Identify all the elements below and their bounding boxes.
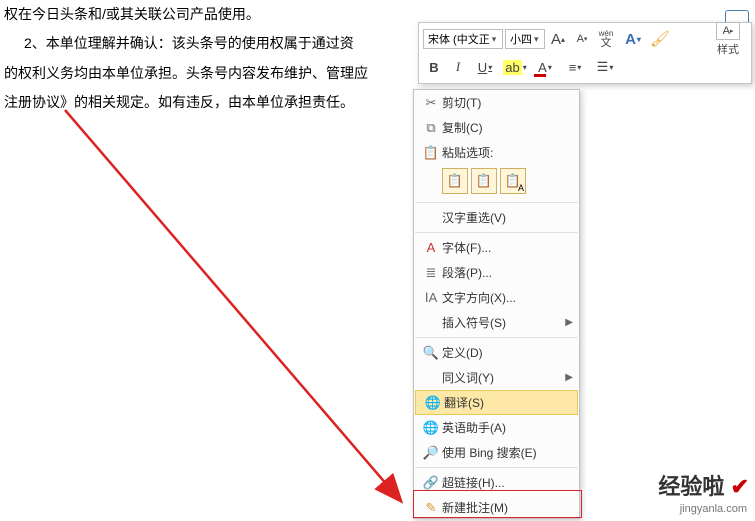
font-a-icon: A: [420, 240, 442, 255]
new-comment-icon: ✎: [420, 500, 442, 516]
doc-text: 的权利义务均由本单位承担。头条号内容发布维护、管理应: [4, 65, 368, 81]
search-icon: 🔎: [420, 445, 442, 461]
italic-button[interactable]: I: [447, 56, 469, 78]
text-direction-icon: ⅠA: [420, 290, 442, 306]
menu-new-comment[interactable]: ✎新建批注(M): [414, 495, 579, 520]
menu-paragraph[interactable]: ≣段落(P)...: [414, 260, 579, 285]
grow-font-button[interactable]: A▴: [547, 28, 569, 50]
bold-button[interactable]: B: [423, 56, 445, 78]
phonetic-guide-button[interactable]: wén文: [595, 28, 617, 50]
mini-toolbar: 宋体 (中文正▾ 小四▾ A▴ A▾ wén文 A▾ 🖌 A▸ 样式 B I U…: [418, 22, 752, 84]
watermark-sub: jingyanla.com: [680, 503, 747, 515]
chevron-right-icon: ▶: [565, 372, 573, 383]
menu-define[interactable]: 🔍定义(D): [414, 340, 579, 365]
clipboard-icon: 📋: [420, 145, 442, 161]
menu-copy[interactable]: ⧉复制(C): [414, 115, 579, 140]
scissors-icon: ✂: [420, 95, 442, 111]
menu-english-assistant[interactable]: 🌐英语助手(A): [414, 415, 579, 440]
separator: [415, 232, 578, 233]
paste-keep-source-icon[interactable]: 📋: [442, 168, 468, 194]
menu-cut[interactable]: ✂剪切(T): [414, 90, 579, 115]
font-color-button[interactable]: A▾: [531, 56, 559, 78]
menu-font[interactable]: A字体(F)...: [414, 235, 579, 260]
search-icon: 🔍: [420, 345, 442, 361]
styles-button[interactable]: A▸ 样式: [709, 22, 747, 57]
separator: [415, 337, 578, 338]
doc-text: 权在今日头条和/或其关联公司产品使用。: [4, 6, 260, 22]
context-menu: ✂剪切(T) ⧉复制(C) 📋粘贴选项: 📋 📋 📋A 汉字重选(V) A字体(…: [413, 89, 580, 519]
doc-text: 2、本单位理解并确认：该头条号的使用权属于通过资: [24, 35, 354, 51]
highlight-button[interactable]: ab▾: [501, 56, 529, 78]
separator: [415, 202, 578, 203]
font-name-select[interactable]: 宋体 (中文正▾: [423, 29, 503, 49]
watermark: 经验啦 ✔: [658, 469, 749, 501]
arrow-annotation: [60, 105, 430, 515]
paste-options-row: 📋 📋 📋A: [414, 165, 579, 200]
translate-icon: 🌐: [422, 395, 444, 411]
menu-han-reselect[interactable]: 汉字重选(V): [414, 205, 579, 230]
chevron-right-icon: ▶: [565, 317, 573, 328]
shrink-font-button[interactable]: A▾: [571, 28, 593, 50]
bullets-button[interactable]: ≡▾: [561, 56, 589, 78]
link-icon: 🔗: [420, 475, 442, 491]
menu-synonyms[interactable]: 同义词(Y)▶: [414, 365, 579, 390]
numbering-button[interactable]: ☰▾: [591, 56, 619, 78]
menu-translate[interactable]: 🌐翻译(S): [415, 390, 578, 415]
separator: [415, 467, 578, 468]
menu-hyperlink[interactable]: 🔗超链接(H)...: [414, 470, 579, 495]
paragraph-icon: ≣: [420, 265, 442, 281]
menu-paste-options: 📋粘贴选项:: [414, 140, 579, 165]
format-painter-button[interactable]: 🖌: [649, 28, 671, 50]
globe-icon: 🌐: [420, 420, 442, 436]
doc-text: 注册协议》的相关规定。如有违反，由本单位承担责任。: [4, 94, 354, 110]
paste-text-only-icon[interactable]: 📋A: [500, 168, 526, 194]
paste-merge-icon[interactable]: 📋: [471, 168, 497, 194]
menu-text-direction[interactable]: ⅠA文字方向(X)...: [414, 285, 579, 310]
font-size-select[interactable]: 小四▾: [505, 29, 545, 49]
menu-insert-symbol[interactable]: 插入符号(S)▶: [414, 310, 579, 335]
text-effects-button[interactable]: A▾: [619, 28, 647, 50]
underline-button[interactable]: U▾: [471, 56, 499, 78]
copy-icon: ⧉: [420, 120, 442, 136]
menu-bing-search[interactable]: 🔎使用 Bing 搜索(E): [414, 440, 579, 465]
